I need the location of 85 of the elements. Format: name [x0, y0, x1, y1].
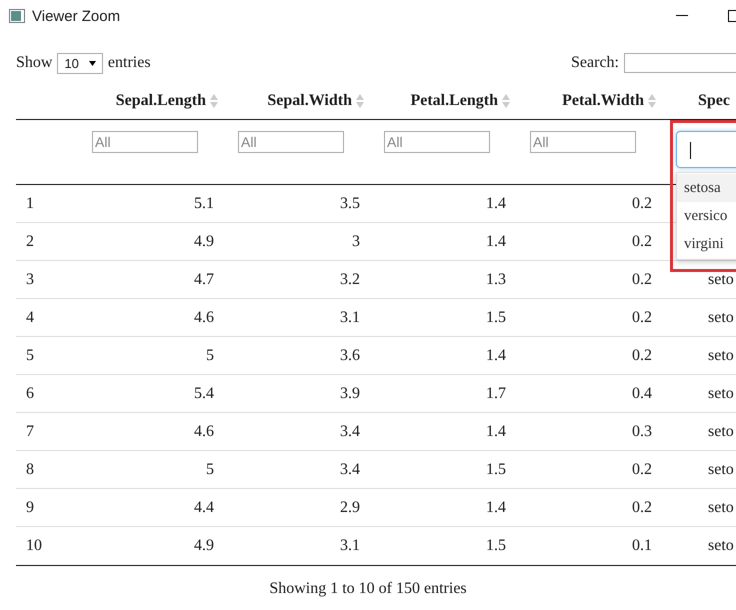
table-cell: 1.4 [486, 422, 506, 440]
table-cell: 1.4 [486, 232, 506, 250]
column-header[interactable]: Spec [698, 92, 730, 108]
table-cell: 0.4 [632, 384, 652, 402]
minimize-icon[interactable] [676, 15, 688, 17]
dropdown-option[interactable]: virgini [677, 230, 736, 258]
table-cell: 5 [26, 346, 34, 364]
table-cell: 5.4 [194, 384, 214, 402]
entries-label: entries [108, 54, 151, 72]
table-cell: seto [708, 498, 734, 516]
sort-icon[interactable] [502, 92, 510, 108]
table-cell: 10 [26, 537, 42, 554]
table-cell: seto [708, 346, 734, 364]
app-icon [9, 9, 25, 23]
table-cell: 3.1 [340, 308, 360, 326]
table-cell: 4.9 [194, 537, 214, 555]
table-cell: 0.2 [632, 232, 652, 250]
column-header[interactable]: Petal.Length [410, 92, 498, 110]
sort-icon[interactable] [648, 92, 656, 108]
table-cell: 1.5 [486, 308, 506, 326]
dropdown-option[interactable]: versico [677, 202, 736, 230]
table-cell: seto [708, 422, 734, 440]
filter-field[interactable]: All [530, 131, 636, 153]
search-field[interactable] [624, 53, 736, 73]
table-cell: 5 [206, 346, 214, 364]
table-cell: 1.4 [486, 194, 506, 212]
table-cell: 0.2 [632, 308, 652, 326]
table-cell: 0.2 [632, 498, 652, 516]
table-cell: seto [708, 384, 734, 402]
table-cell: 3.9 [340, 384, 360, 402]
show-label: Show [16, 54, 52, 72]
table-cell: 1.7 [486, 384, 506, 402]
table-cell: 3 [352, 232, 360, 250]
sort-icon[interactable] [356, 92, 364, 108]
table-cell: 9 [26, 498, 34, 516]
table-cell: 0.2 [632, 346, 652, 364]
table-cell: 3.5 [340, 194, 360, 212]
table-cell: 3.4 [340, 422, 360, 440]
table-cell: 1.4 [486, 346, 506, 364]
table-cell: 5 [206, 460, 214, 478]
table-cell: 4 [26, 308, 34, 326]
table-cell: 0.2 [632, 194, 652, 212]
caret-icon [88, 60, 96, 66]
table-cell: 4.7 [194, 270, 214, 288]
window-title: Viewer Zoom [32, 8, 120, 24]
column-header[interactable]: Sepal.Length [116, 92, 206, 110]
filter-field[interactable]: All [384, 131, 490, 153]
table-cell: 4.6 [194, 422, 214, 440]
table-cell: 1.5 [486, 537, 506, 555]
table-cell: 3 [26, 270, 34, 288]
sort-icon[interactable] [210, 92, 218, 108]
filter-field[interactable]: All [238, 131, 344, 153]
page-length-select[interactable]: 10 [57, 52, 103, 74]
table-cell: 1.3 [486, 270, 506, 288]
table-cell: 1.5 [486, 460, 506, 478]
table-cell: 1.4 [486, 498, 506, 516]
table-cell: 0.2 [632, 270, 652, 288]
table-cell: 3.1 [340, 537, 360, 555]
table-cell: 8 [26, 460, 34, 478]
table-cell: 3.6 [340, 346, 360, 364]
table-cell: 0.1 [632, 537, 652, 555]
column-header[interactable]: Petal.Width [562, 92, 644, 110]
table-cell: 2 [26, 232, 34, 250]
search-label: Search: [571, 54, 619, 72]
filter-field[interactable]: All [92, 131, 198, 153]
table-cell: seto [708, 460, 734, 478]
table-cell: 4.9 [194, 232, 214, 250]
table-cell: 7 [26, 422, 34, 440]
table-cell: 5.1 [194, 194, 214, 212]
table-info: Showing 1 to 10 of 150 entries [268, 580, 468, 598]
dropdown-option[interactable]: setosa [677, 174, 736, 202]
species-filter-field[interactable] [676, 131, 736, 168]
table-cell: seto [708, 308, 734, 326]
table-cell: seto [708, 270, 734, 288]
table-cell: 3.2 [340, 270, 360, 288]
table-cell: 3.4 [340, 460, 360, 478]
table-cell: 1 [26, 194, 34, 212]
table-cell: 4.6 [194, 308, 214, 326]
column-header[interactable]: Sepal.Width [267, 92, 352, 110]
table-cell: seto [708, 537, 734, 554]
table-cell: 0.3 [632, 422, 652, 440]
table-cell: 0.2 [632, 460, 652, 478]
table-cell: 2.9 [340, 498, 360, 516]
table-cell: 4.4 [194, 498, 214, 516]
table-cell: 6 [26, 384, 34, 402]
